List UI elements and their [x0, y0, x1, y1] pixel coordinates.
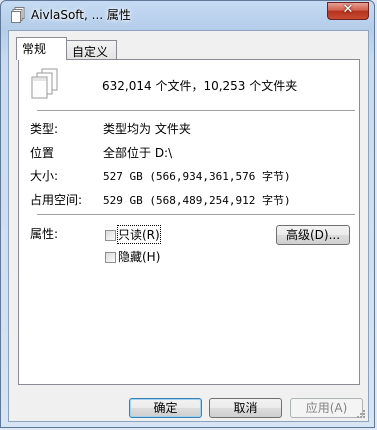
folder-stack-icon	[11, 7, 25, 23]
location-value: 全部位于 D:\	[103, 146, 173, 160]
size-value: 527 GB (566,934,361,576 字节)	[103, 170, 291, 183]
close-icon: ✕	[342, 2, 354, 17]
title-bar[interactable]: AivlaSoft, ... 属性 ✕	[1, 1, 376, 29]
attributes-label: 属性:	[30, 227, 59, 241]
window-title: AivlaSoft, ... 属性	[31, 8, 131, 22]
location-label: 位置	[30, 146, 55, 160]
close-button[interactable]: ✕	[327, 2, 369, 20]
tab-general-label: 常规	[22, 42, 47, 56]
ok-button[interactable]: 确定	[129, 398, 202, 418]
properties-window: AivlaSoft, ... 属性 ✕ 常规 自定义 632,014 个文件，1…	[0, 0, 375, 428]
hidden-label[interactable]: 隐藏(H)	[118, 248, 160, 265]
size-on-disk-value: 529 GB (568,489,254,912 字节)	[103, 194, 291, 207]
general-tab-panel: 632,014 个文件，10,253 个文件夹 类型: 类型均为 文件夹 位置 …	[18, 59, 360, 385]
advanced-button[interactable]: 高级(D)...	[276, 225, 350, 245]
hidden-checkbox[interactable]	[105, 252, 116, 263]
resize-grip-icon[interactable]	[356, 409, 366, 419]
type-label: 类型:	[30, 122, 59, 136]
size-on-disk-label: 占用空间:	[30, 193, 83, 207]
separator	[37, 214, 355, 216]
cancel-button[interactable]: 取消	[209, 398, 282, 418]
tab-custom[interactable]: 自定义	[66, 40, 117, 60]
summary-text: 632,014 个文件，10,253 个文件夹	[102, 79, 298, 93]
tab-custom-label: 自定义	[72, 45, 109, 59]
separator	[37, 110, 355, 112]
readonly-checkbox[interactable]	[105, 230, 116, 241]
type-value: 类型均为 文件夹	[103, 122, 191, 136]
readonly-label[interactable]: 只读(R)	[117, 225, 161, 244]
multiple-files-icon	[31, 68, 58, 99]
apply-button[interactable]: 应用(A)	[290, 398, 363, 418]
tab-general[interactable]: 常规	[16, 37, 67, 60]
dialog-client: 常规 自定义 632,014 个文件，10,253 个文件夹 类型: 类型均为 …	[8, 30, 369, 422]
size-label: 大小:	[30, 169, 59, 183]
